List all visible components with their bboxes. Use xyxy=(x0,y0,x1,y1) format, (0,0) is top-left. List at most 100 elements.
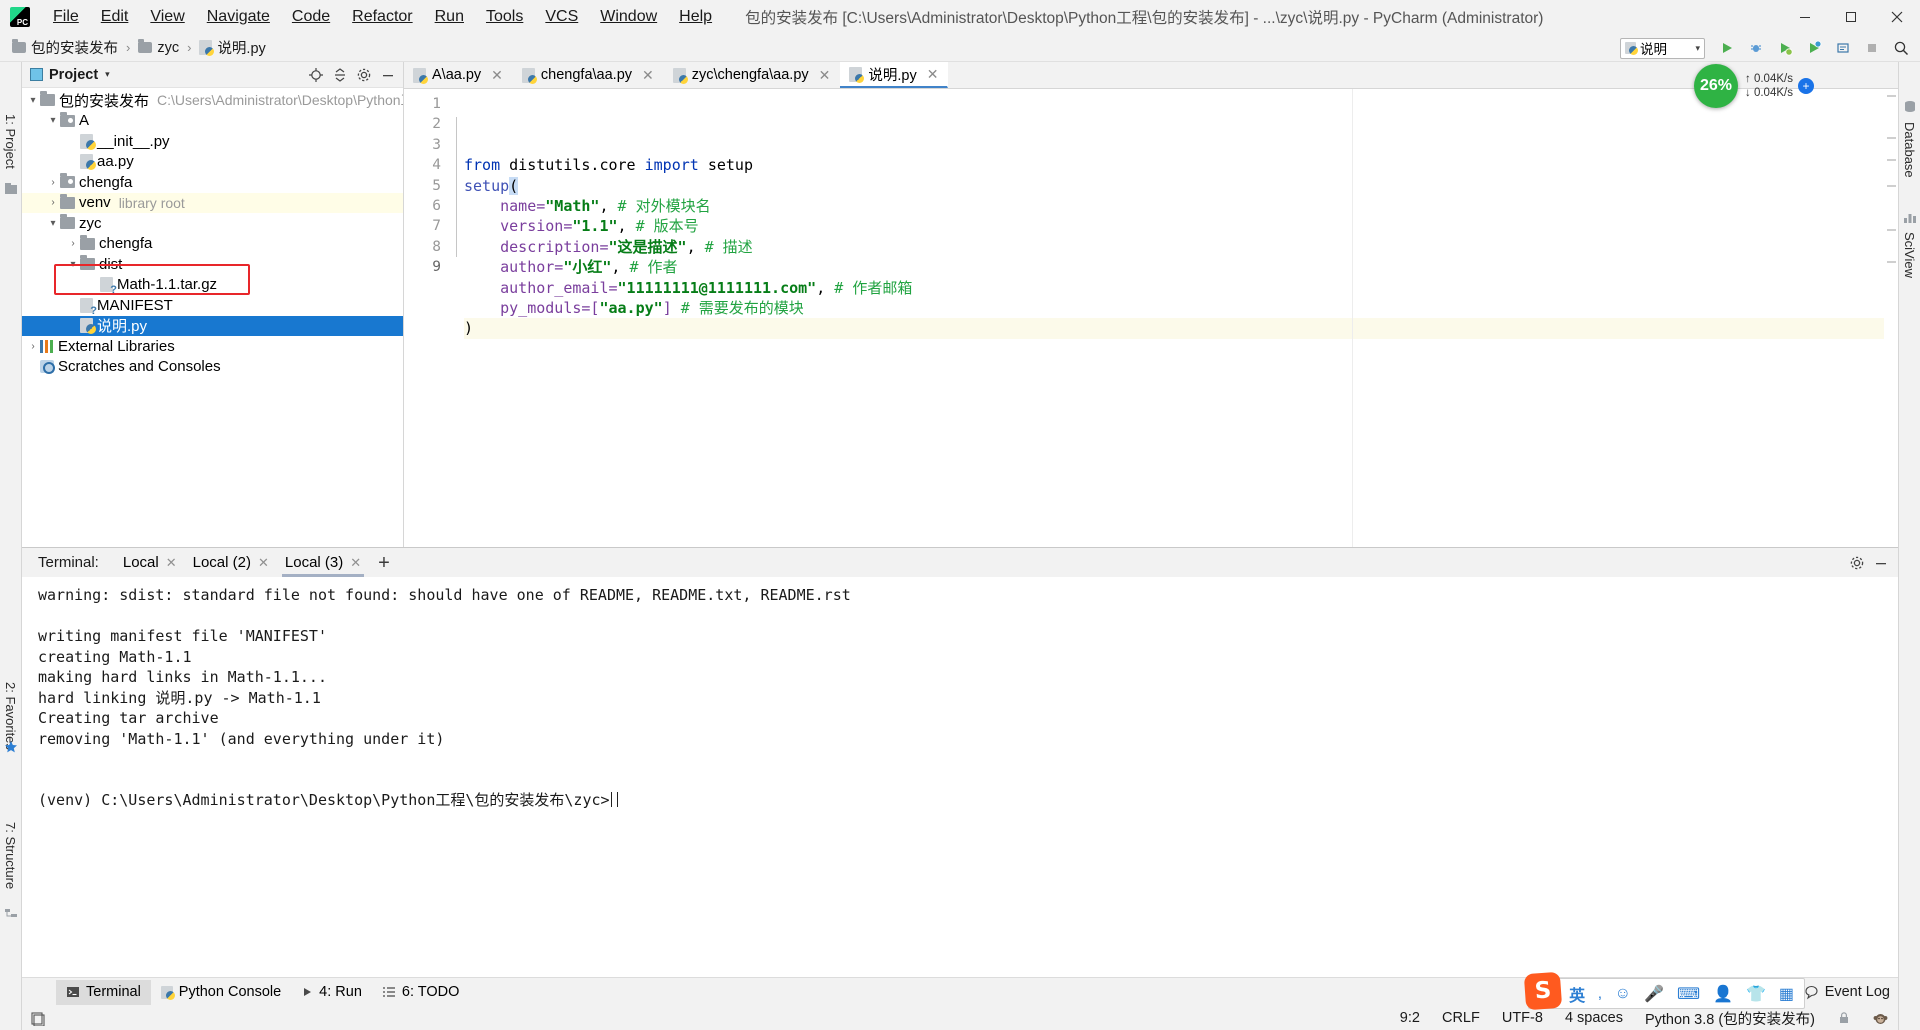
tree-expand-arrow[interactable]: › xyxy=(46,177,60,188)
code-line-1[interactable]: from distutils.core import setup xyxy=(464,155,1884,175)
monkey-icon[interactable] xyxy=(1873,1011,1888,1026)
tree-expand-arrow[interactable]: ▾ xyxy=(46,218,60,229)
event-log-button[interactable]: Event Log xyxy=(1804,984,1890,1000)
terminal-tab-0[interactable]: Local ✕ xyxy=(115,548,185,577)
lock-icon[interactable] xyxy=(1837,1011,1851,1025)
menu-edit[interactable]: Edit xyxy=(90,5,140,29)
tool-window-button-project[interactable]: 1: Project xyxy=(3,114,18,169)
tree-expand-arrow[interactable]: › xyxy=(66,238,80,249)
tool-window-button-database[interactable]: Database xyxy=(1902,122,1917,178)
tree-node-12[interactable]: › External Libraries xyxy=(22,336,403,357)
menu-tools[interactable]: Tools xyxy=(475,5,534,29)
status-tool-terminal[interactable]: Terminal xyxy=(56,979,151,1005)
tree-expand-arrow[interactable]: ▾ xyxy=(46,115,60,126)
run-configuration-selector[interactable]: 说明 ▾ xyxy=(1620,37,1705,59)
breadcrumb-item-file[interactable]: 说明.py xyxy=(217,37,265,58)
stop-button[interactable] xyxy=(1859,36,1885,60)
code-line-8[interactable]: py_moduls=["aa.py"] # 需要发布的模块 xyxy=(464,298,1884,318)
tree-expand-arrow[interactable]: › xyxy=(46,197,60,208)
menu-code[interactable]: Code xyxy=(281,5,341,29)
editor-tab-3[interactable]: 说明.py ✕ xyxy=(840,62,949,88)
code-text[interactable]: from distutils.core import setup setup( n… xyxy=(464,89,1884,547)
editor-tab-0[interactable]: A\aa.py ✕ xyxy=(404,62,513,88)
code-line-5[interactable]: description="这是描述", # 描述 xyxy=(464,237,1884,257)
emoji-icon[interactable]: ☺ xyxy=(1615,985,1631,1003)
keyboard-icon[interactable]: ⌨ xyxy=(1677,984,1700,1004)
terminal-hide-button[interactable] xyxy=(1870,552,1892,574)
code-line-7[interactable]: author_email="11111111@1111111.com", # 作… xyxy=(464,278,1884,298)
status-tool-todo[interactable]: 6: TODO xyxy=(372,980,469,1005)
attach-button[interactable] xyxy=(1830,36,1856,60)
tree-node-5[interactable]: › venv library root xyxy=(22,192,403,213)
punctuation-icon[interactable]: ‚ xyxy=(1598,985,1602,1003)
collapse-all-button[interactable] xyxy=(329,64,351,86)
line-separator[interactable]: CRLF xyxy=(1442,1010,1480,1026)
tree-node-6[interactable]: ▾ zyc xyxy=(22,213,403,234)
editor-content[interactable]: 1 2 3 4 5 6 7 8 9 from distutils.core import set… xyxy=(404,89,1898,547)
window-layout-icon[interactable] xyxy=(30,1011,45,1026)
code-line-3[interactable]: name="Math", # 对外模块名 xyxy=(464,196,1884,216)
editor-scrollbar[interactable] xyxy=(1884,89,1898,547)
indent-setting[interactable]: 4 spaces xyxy=(1565,1010,1623,1026)
chevron-down-icon[interactable]: ▾ xyxy=(105,69,110,80)
network-expand-button[interactable]: + xyxy=(1797,78,1814,94)
tree-node-7[interactable]: › chengfa xyxy=(22,234,403,255)
editor-tab-1[interactable]: chengfa\aa.py ✕ xyxy=(513,62,664,88)
hide-panel-button[interactable] xyxy=(377,64,399,86)
tree-node-1[interactable]: ▾ A xyxy=(22,111,403,132)
tree-node-8[interactable]: ▾ dist xyxy=(22,254,403,275)
breadcrumb-item-zyc[interactable]: zyc xyxy=(157,40,179,56)
editor-tab-close-icon[interactable]: ✕ xyxy=(927,66,939,83)
profile-button[interactable] xyxy=(1801,36,1827,60)
status-tool-python-console[interactable]: Python Console xyxy=(151,980,291,1005)
terminal-output[interactable]: warning: sdist: standard file not found:… xyxy=(22,577,1898,977)
code-line-2[interactable]: setup( xyxy=(464,176,1884,196)
search-everywhere-button[interactable] xyxy=(1888,36,1914,60)
tree-expand-arrow[interactable]: ▾ xyxy=(66,259,80,270)
tree-node-10[interactable]: ›MANIFEST xyxy=(22,295,403,317)
user-icon[interactable]: 👤 xyxy=(1713,984,1733,1004)
breadcrumb-item-project[interactable]: 包的安装发布 xyxy=(31,37,118,58)
menu-help[interactable]: Help xyxy=(668,5,723,29)
tool-window-button-structure[interactable]: 7: Structure xyxy=(3,822,18,889)
apps-icon[interactable]: ▦ xyxy=(1779,984,1794,1004)
microphone-icon[interactable]: 🎤 xyxy=(1644,984,1664,1004)
menu-run[interactable]: Run xyxy=(424,5,475,29)
terminal-tab-1[interactable]: Local (2) ✕ xyxy=(185,548,277,577)
editor-tab-2[interactable]: zyc\chengfa\aa.py ✕ xyxy=(664,62,841,88)
code-folding-bar[interactable] xyxy=(450,89,464,547)
network-monitor-widget[interactable]: 26% ↑ 0.04K/s ↓ 0.04K/s + xyxy=(1694,62,1834,110)
locate-button[interactable] xyxy=(305,64,327,86)
menu-vcs[interactable]: VCS xyxy=(534,5,589,29)
tree-node-4[interactable]: › chengfa xyxy=(22,172,403,193)
tree-node-2[interactable]: ›__init__.py xyxy=(22,131,403,152)
caret-position[interactable]: 9:2 xyxy=(1400,1010,1420,1026)
tree-expand-arrow[interactable]: ▾ xyxy=(26,95,40,106)
editor-tab-close-icon[interactable]: ✕ xyxy=(491,67,503,84)
editor-tab-close-icon[interactable]: ✕ xyxy=(642,67,654,84)
terminal-prompt[interactable]: (venv) C:\Users\Administrator\Desktop\Py… xyxy=(38,790,1898,811)
tool-window-button-sciview[interactable]: SciView xyxy=(1902,232,1917,278)
project-settings-button[interactable] xyxy=(353,64,375,86)
editor-tab-close-icon[interactable]: ✕ xyxy=(819,67,831,84)
file-encoding[interactable]: UTF-8 xyxy=(1502,1010,1543,1026)
tree-expand-arrow[interactable]: › xyxy=(26,341,40,352)
menu-file[interactable]: File xyxy=(42,5,90,29)
terminal-tab-close-icon[interactable]: ✕ xyxy=(166,555,177,571)
close-button[interactable] xyxy=(1874,0,1920,34)
menu-refactor[interactable]: Refactor xyxy=(341,5,423,29)
run-button[interactable] xyxy=(1714,36,1740,60)
minimize-button[interactable] xyxy=(1782,0,1828,34)
run-coverage-button[interactable] xyxy=(1772,36,1798,60)
menu-window[interactable]: Window xyxy=(589,5,668,29)
tree-node-3[interactable]: ›aa.py xyxy=(22,152,403,173)
status-tool-run[interactable]: 4: Run xyxy=(291,980,372,1005)
debug-button[interactable] xyxy=(1743,36,1769,60)
terminal-settings-button[interactable] xyxy=(1846,552,1868,574)
tree-node-0[interactable]: ▾ 包的安装发布 C:\Users\Administrator\Desktop\Py… xyxy=(22,90,403,111)
tree-node-13[interactable]: ›Scratches and Consoles xyxy=(22,357,403,378)
tree-node-9[interactable]: ›Math-1.1.tar.gz xyxy=(22,275,403,296)
terminal-tab-close-icon[interactable]: ✕ xyxy=(350,555,361,571)
skin-icon[interactable]: 👕 xyxy=(1746,984,1766,1004)
project-tree[interactable]: ▾ 包的安装发布 C:\Users\Administrator\Desktop\Py… xyxy=(22,88,403,547)
